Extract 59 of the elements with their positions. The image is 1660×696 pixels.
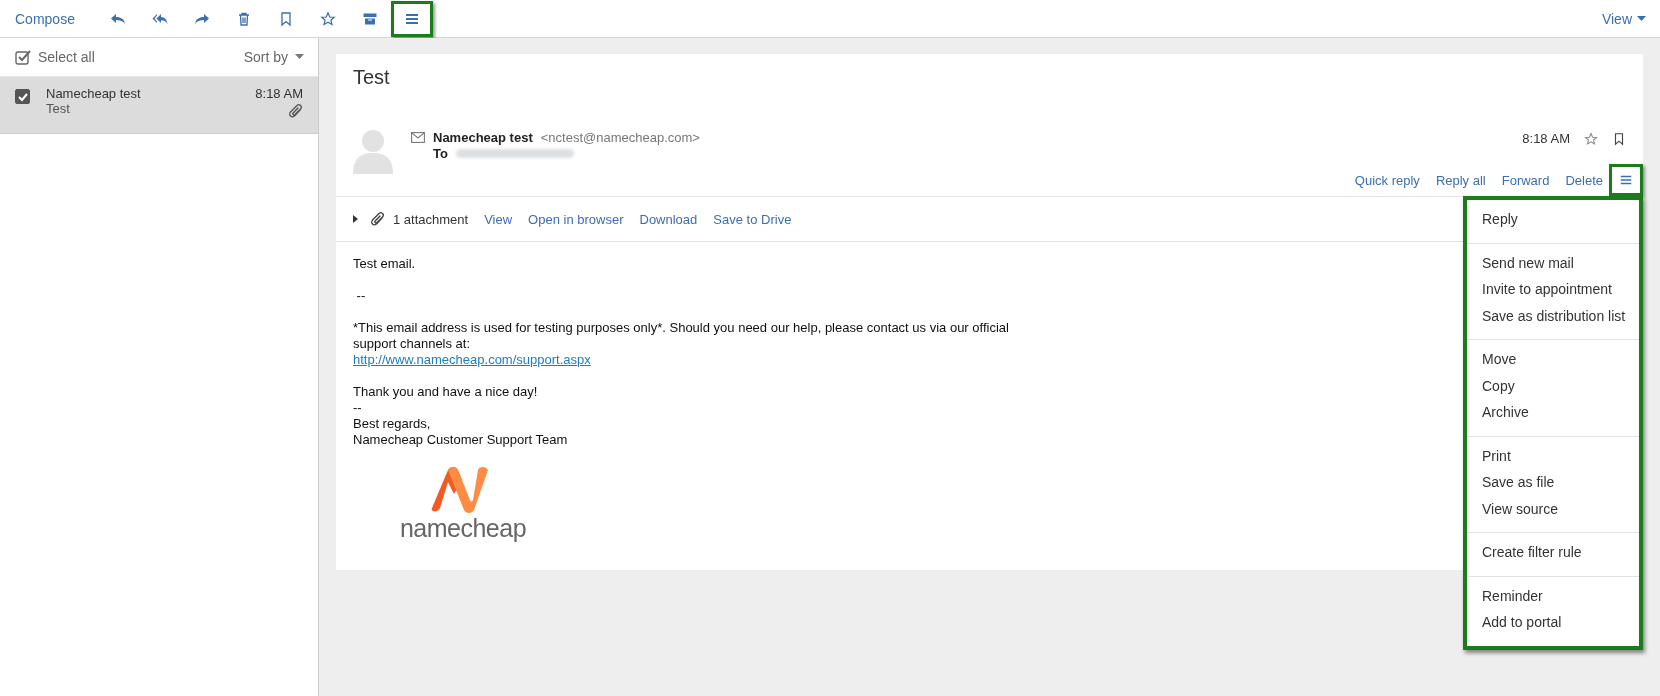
- menu-item[interactable]: Save as file: [1467, 469, 1639, 496]
- caret-icon: [1637, 15, 1646, 22]
- expand-triangle-icon: [353, 215, 359, 223]
- action-link[interactable]: Forward: [1501, 172, 1550, 188]
- body-text: Test email.: [353, 256, 416, 272]
- menu-item[interactable]: Print: [1467, 442, 1639, 469]
- time-text: 8:18 AM: [1522, 131, 1570, 146]
- body-text: Thank you and have a nice day!: [353, 384, 538, 400]
- attachment-link[interactable]: View: [484, 211, 513, 227]
- menu-icon: [1619, 173, 1633, 187]
- body-text: Best regards,: [353, 416, 431, 432]
- time-text: 8:18 AM: [255, 86, 303, 101]
- menu-item[interactable]: Send new mail: [1467, 249, 1639, 276]
- select-all-checkbox[interactable]: Select all: [15, 49, 95, 65]
- menu-item[interactable]: View source: [1467, 495, 1639, 522]
- menu-item[interactable]: Reminder: [1467, 582, 1639, 609]
- view-dropdown[interactable]: View: [1601, 10, 1646, 27]
- message-subject: Test: [353, 66, 391, 89]
- attachment-link[interactable]: Save to Drive: [713, 211, 792, 227]
- more-button[interactable]: [1609, 164, 1643, 196]
- body-text: support channels at:: [353, 336, 471, 352]
- logo-wordmark: namecheap: [399, 514, 527, 542]
- menu-item[interactable]: Copy: [1467, 372, 1639, 399]
- menu-item[interactable]: Create filter rule: [1467, 539, 1639, 566]
- sender-address: <nctest@namecheap.com>: [540, 130, 700, 145]
- sender-name: Namecheap test: [433, 130, 533, 145]
- message-list-item[interactable]: Namecheap test Test 8:18 AM: [0, 77, 318, 134]
- menu-item[interactable]: Invite to appointment: [1467, 276, 1639, 303]
- more-button[interactable]: [390, 0, 433, 37]
- compose-link[interactable]: Compose: [15, 10, 75, 27]
- link[interactable]: http://www.namecheap.com/support.aspx: [353, 352, 591, 368]
- sort-dropdown[interactable]: Sort by: [243, 49, 304, 65]
- body-text: --: [353, 400, 362, 416]
- checkbox[interactable]: [15, 89, 30, 104]
- body-text: Namecheap Customer Support Team: [353, 432, 568, 448]
- menu-item[interactable]: Add to portal: [1467, 609, 1639, 636]
- subject-text: Test: [46, 101, 71, 116]
- bookmark-icon: [1612, 131, 1626, 146]
- menu-item[interactable]: Archive: [1467, 399, 1639, 426]
- envelope-icon: [411, 132, 425, 143]
- action-link[interactable]: Delete: [1565, 172, 1603, 188]
- caret-icon: [295, 54, 304, 60]
- action-link[interactable]: Reply all: [1435, 172, 1486, 188]
- paperclip-icon: [371, 211, 385, 227]
- body-text: --: [355, 288, 366, 304]
- body-text: *This email address is used for testing purposes only*. Should you need our help, please contact us via our official: [353, 320, 1009, 336]
- action-link[interactable]: Quick reply: [1354, 172, 1420, 188]
- checked-box-icon: [15, 49, 31, 65]
- star-icon: [319, 10, 336, 27]
- star-icon: [1584, 131, 1598, 146]
- menu-item[interactable]: Reply: [1467, 206, 1639, 233]
- menu-item[interactable]: Move: [1467, 346, 1639, 373]
- attachment-link[interactable]: Download: [639, 211, 698, 227]
- menu-item[interactable]: Save as distribution list: [1467, 302, 1639, 329]
- attachment-count: 1 attachment: [393, 211, 469, 227]
- avatar-silhouette-icon: [353, 128, 393, 174]
- sender-name: Namecheap test: [46, 86, 142, 101]
- to-label: To: [433, 146, 448, 161]
- attachment-link[interactable]: Open in browser: [528, 211, 624, 227]
